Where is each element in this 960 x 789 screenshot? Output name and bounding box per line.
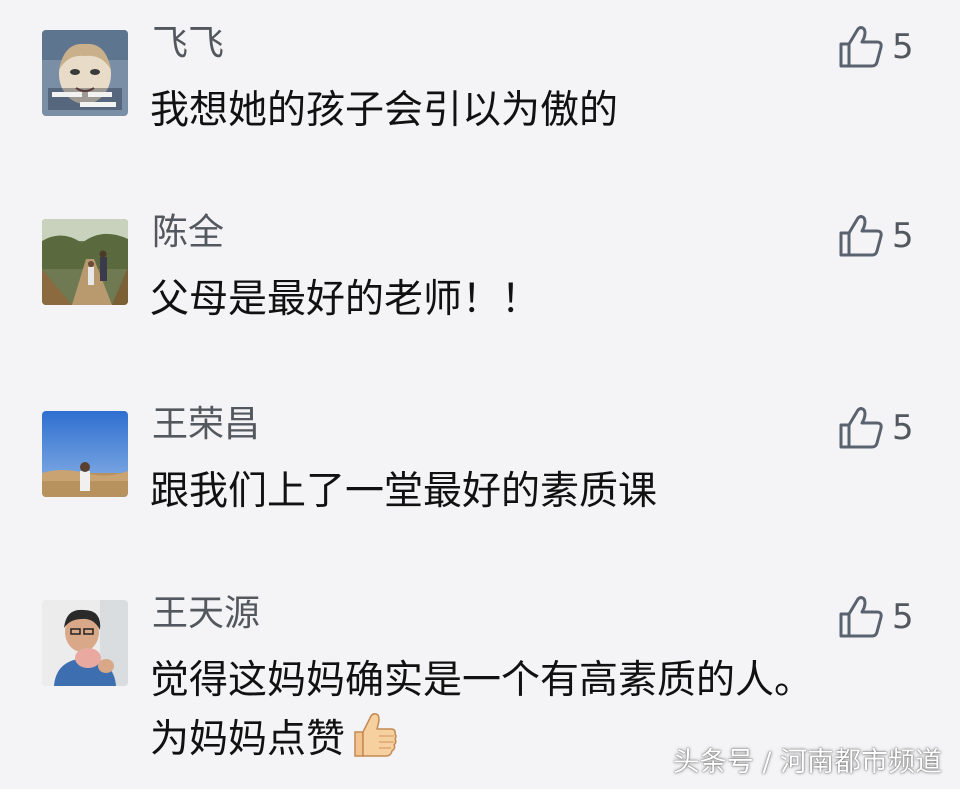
like-button[interactable]: 5 [838,24,914,70]
thumbs-up-outline-icon [839,26,883,68]
avatar-man-photo-icon [42,600,128,686]
comment-text-line: 觉得这妈妈确实是一个有高素质的人。 [150,658,814,703]
thumbs-up-outline-icon [839,407,883,449]
user-name[interactable]: 陈全 [152,211,224,255]
like-count: 5 [892,27,914,67]
thumbs-up-outline-icon [839,596,883,638]
user-avatar[interactable] [42,600,128,686]
comment-text-fragment: 为妈妈点赞 [150,717,346,762]
like-button[interactable]: 5 [838,405,914,451]
user-name[interactable]: 王天源 [152,592,260,636]
thumbs-up-outline-icon [839,215,883,257]
avatar-cartoon-portrait-icon [42,30,128,116]
user-name[interactable]: 飞飞 [152,22,224,66]
comment-text: 父母是最好的老师！！ [150,277,541,322]
like-count: 5 [892,216,914,256]
avatar-blue-sky-field-photo-icon [42,411,128,497]
user-name[interactable]: 王荣昌 [152,403,260,447]
like-count: 5 [892,597,914,637]
thumbs-up-emoji-icon [349,710,399,760]
comment-text: 我想她的孩子会引以为傲的 [150,88,619,133]
like-button[interactable]: 5 [838,594,914,640]
like-button[interactable]: 5 [838,213,914,259]
watermark: 头条号 / 河南都市频道 [672,747,942,778]
avatar-forest-path-photo-icon [42,219,128,305]
comment-text: 跟我们上了一堂最好的素质课 [150,469,658,514]
user-avatar[interactable] [42,219,128,305]
like-count: 5 [892,408,914,448]
user-avatar[interactable] [42,411,128,497]
user-avatar[interactable] [42,30,128,116]
